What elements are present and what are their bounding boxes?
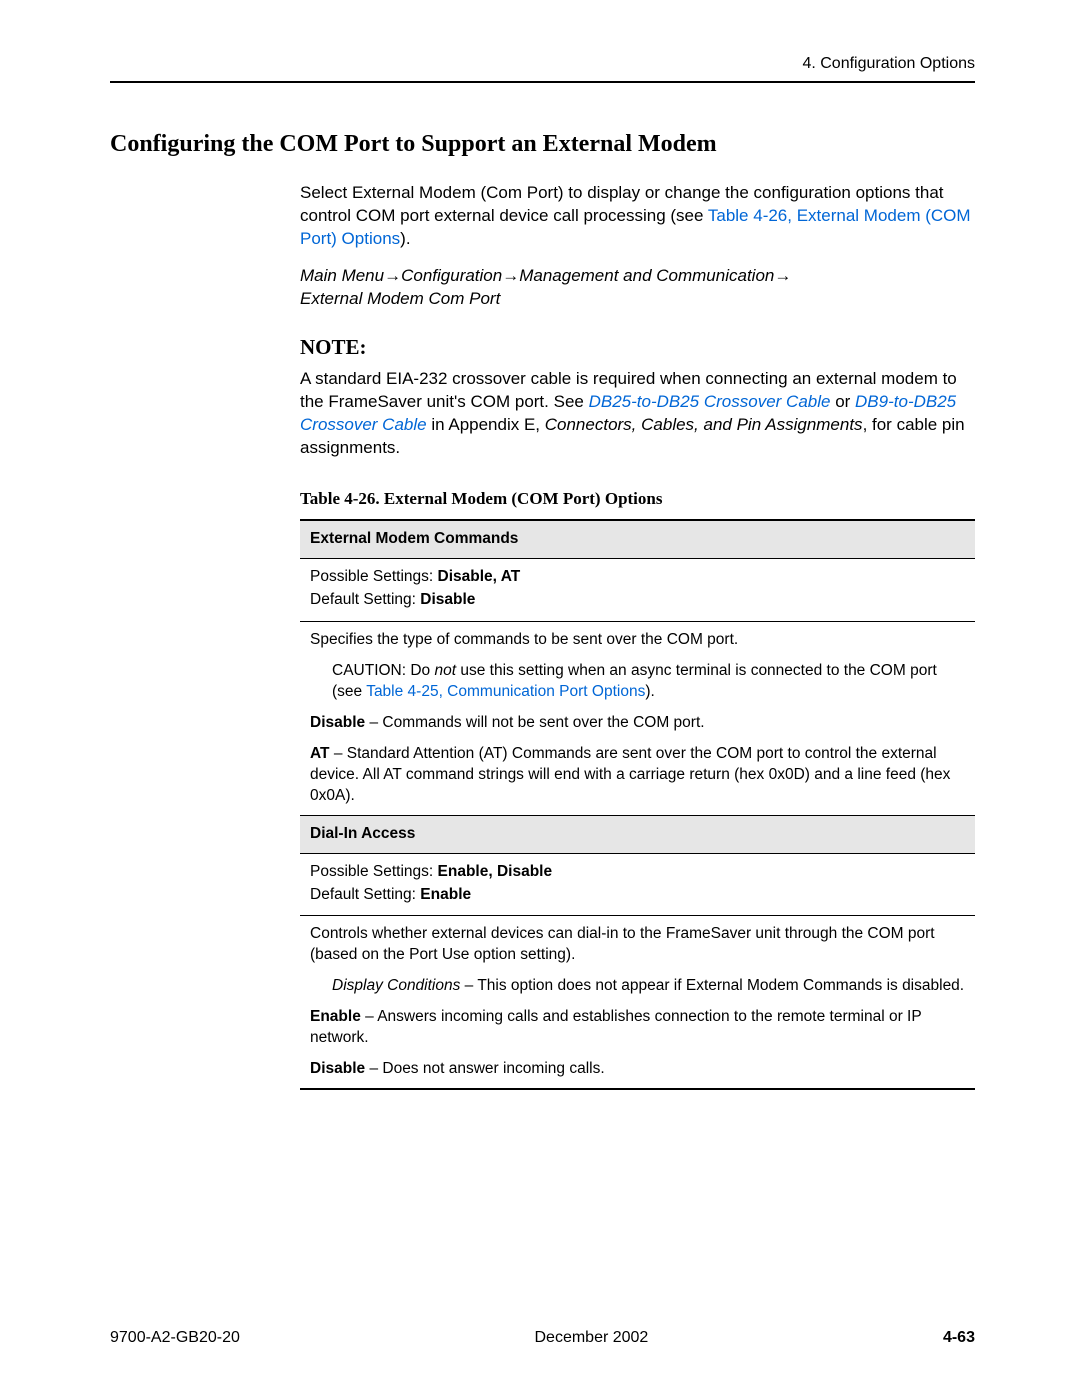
row1-body: Specifies the type of commands to be sen… xyxy=(300,622,975,815)
row2-desc: Controls whether external devices can di… xyxy=(310,924,965,966)
header-rule xyxy=(110,81,975,83)
row2-disable-label: Disable xyxy=(310,1060,365,1077)
table-caption: Table 4-26. External Modem (COM Port) Op… xyxy=(300,489,975,509)
note-text2a: in Appendix E, xyxy=(427,415,545,434)
row1-settings-label: Possible Settings: xyxy=(310,568,438,585)
table-row: Possible Settings: Disable, AT Default S… xyxy=(300,559,975,622)
row1-settings: Possible Settings: Disable, AT Default S… xyxy=(300,559,975,622)
row1-disable-text: – Commands will not be sent over the COM… xyxy=(365,714,704,731)
body-block: Select External Modem (Com Port) to disp… xyxy=(300,182,975,1090)
row1-caution-not: not xyxy=(434,662,456,679)
menu-path: Main Menu→Configuration→Management and C… xyxy=(300,265,975,311)
row2-disable-text: – Does not answer incoming calls. xyxy=(365,1060,605,1077)
row1-default-value: Disable xyxy=(420,591,475,608)
row2-default-label: Default Setting: xyxy=(310,886,420,903)
row2-settings: Possible Settings: Enable, Disable Defau… xyxy=(300,853,975,916)
note-mid: or xyxy=(830,392,855,411)
page-header: 4. Configuration Options xyxy=(110,55,975,81)
menu-path-line2: External Modem Com Port xyxy=(300,288,975,311)
intro-paragraph: Select External Modem (Com Port) to disp… xyxy=(300,182,975,251)
row2-enable-label: Enable xyxy=(310,1008,361,1025)
row1-settings-value: Disable, AT xyxy=(438,568,521,585)
page-footer: 9700-A2-GB20-20 December 2002 4-63 xyxy=(110,1329,975,1347)
footer-docnum: 9700-A2-GB20-20 xyxy=(110,1329,240,1347)
table-row: External Modem Commands xyxy=(300,520,975,558)
row1-header: External Modem Commands xyxy=(300,520,975,558)
table-row: Possible Settings: Enable, Disable Defau… xyxy=(300,853,975,916)
row1-default-label: Default Setting: xyxy=(310,591,420,608)
row2-settings-label: Possible Settings: xyxy=(310,863,438,880)
row1-disable-label: Disable xyxy=(310,714,365,731)
row1-at-text: – Standard Attention (AT) Commands are s… xyxy=(310,745,950,804)
footer-date: December 2002 xyxy=(534,1329,648,1347)
note-text2b: Connectors, Cables, and Pin Assignments xyxy=(545,415,863,434)
chapter-label: 4. Configuration Options xyxy=(802,55,975,73)
row2-display-label: Display Conditions xyxy=(332,977,460,994)
table-row: Dial-In Access xyxy=(300,815,975,853)
options-table: External Modem Commands Possible Setting… xyxy=(300,519,975,1090)
note-paragraph: A standard EIA-232 crossover cable is re… xyxy=(300,368,975,460)
section-heading: Configuring the COM Port to Support an E… xyxy=(110,131,975,158)
intro-text-after: ). xyxy=(400,229,410,248)
row1-caution-prefix: CAUTION: Do xyxy=(332,662,434,679)
page: 4. Configuration Options Configuring the… xyxy=(0,0,1080,1397)
note-link1[interactable]: DB25-to-DB25 Crossover Cable xyxy=(589,392,831,411)
row1-caution-end: ). xyxy=(645,683,654,700)
row2-default-value: Enable xyxy=(420,886,471,903)
footer-pagenum: 4-63 xyxy=(943,1329,975,1347)
row2-body: Controls whether external devices can di… xyxy=(300,916,975,1089)
table-row: Specifies the type of commands to be sen… xyxy=(300,622,975,815)
note-heading: NOTE: xyxy=(300,335,975,360)
row2-display-text: – This option does not appear if Externa… xyxy=(460,977,964,994)
row2-settings-value: Enable, Disable xyxy=(438,863,553,880)
row2-enable-text: – Answers incoming calls and establishes… xyxy=(310,1008,921,1046)
row1-at-label: AT xyxy=(310,745,330,762)
row2-display: Display Conditions – This option does no… xyxy=(332,976,965,997)
row1-desc: Specifies the type of commands to be sen… xyxy=(310,630,965,651)
table-row: Controls whether external devices can di… xyxy=(300,916,975,1089)
row2-header: Dial-In Access xyxy=(300,815,975,853)
row1-caution-link[interactable]: Table 4-25, Communication Port Options xyxy=(366,683,645,700)
row1-caution: CAUTION: Do not use this setting when an… xyxy=(332,661,965,703)
menu-path-line1: Main Menu→Configuration→Management and C… xyxy=(300,265,975,288)
